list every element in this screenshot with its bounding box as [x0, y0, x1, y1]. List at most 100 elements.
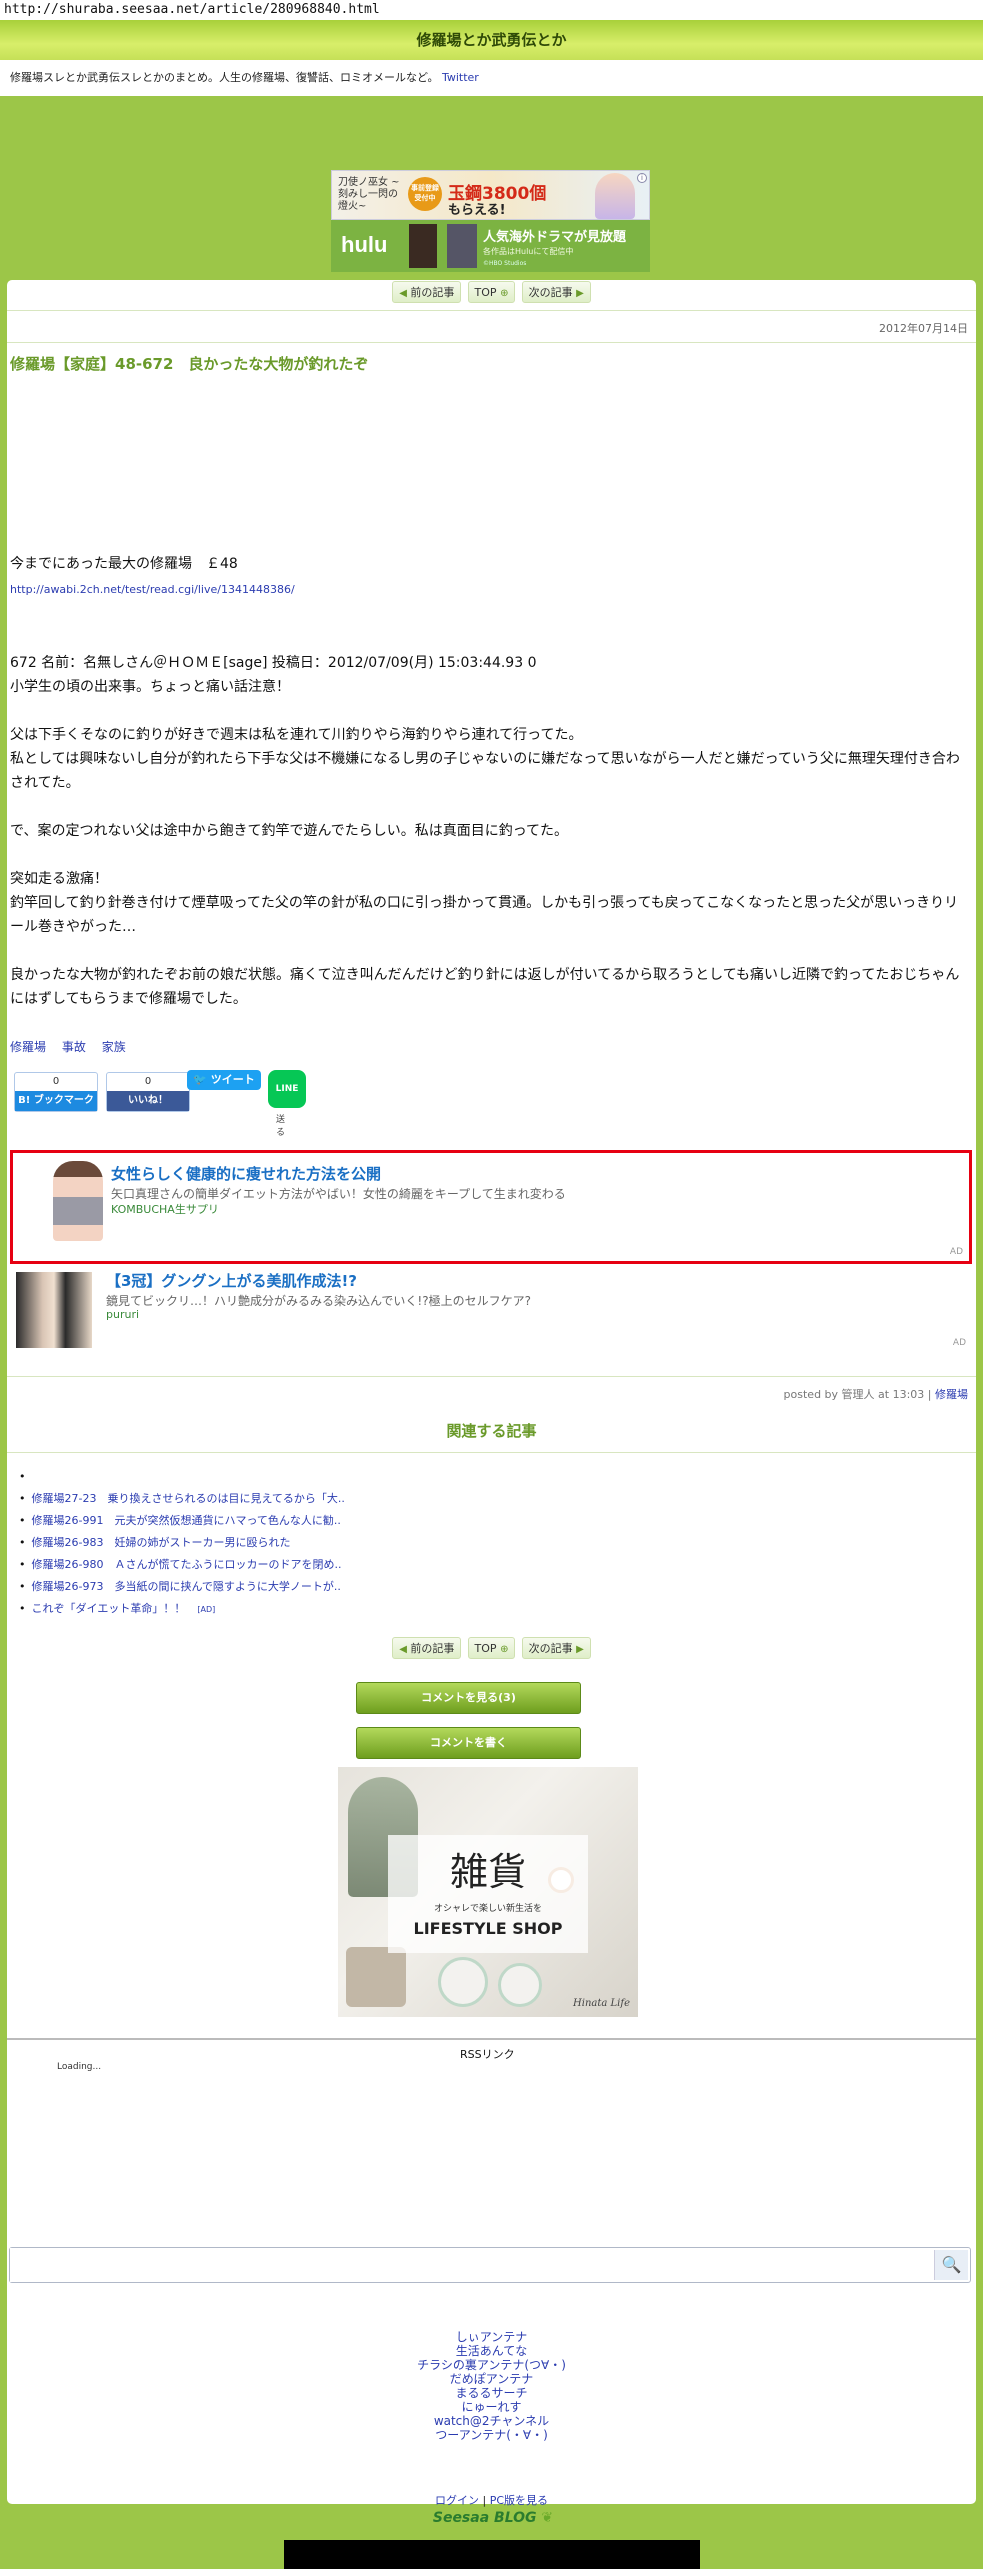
ad-thumbnail [53, 1161, 103, 1241]
antenna-link[interactable]: つーアンテナ(・∀・) [7, 2428, 976, 2442]
twitter-link[interactable]: Twitter [442, 71, 479, 84]
list-item: 修羅場26-983 妊婦の姉がストーカー男に殴られた [19, 1532, 345, 1554]
article-nav-bottom: ◀ 前の記事 TOP ⊕ 次の記事 ▶ [7, 1637, 976, 1661]
paragraph-6: 釣竿回して釣り針巻き付けて煙草吸ってた父の竿の針が私の口に引っ掛かって貫通。しか… [10, 895, 959, 935]
ad-description: 鏡見てビックリ…！ハリ艶成分がみるみる染み込んでいく!?極上のセルフケア? [106, 1294, 531, 1308]
antenna-link[interactable]: だめぽアンテナ [7, 2372, 976, 2386]
antenna-link[interactable]: しぃアンテナ [7, 2330, 976, 2344]
drama-poster-2 [447, 224, 477, 268]
bag-image [346, 1947, 406, 2007]
divider [7, 342, 976, 343]
article-title[interactable]: 修羅場【家庭】48-672 良かったな大物が釣れたぞ [10, 353, 368, 374]
drama-poster-1 [409, 224, 437, 268]
search-button[interactable]: 🔍 [934, 2250, 968, 2280]
line-send-label: 送る [276, 1115, 286, 1138]
sponsored-ad-highlighted[interactable]: 女性らしく健康的に痩せれた方法を公開 矢口真理さんの簡単ダイエット方法がやばい！… [10, 1150, 972, 1264]
list-item: 修羅場26-980 Ａさんが慌てたふうにロッカーのドアを閉め.. [19, 1554, 345, 1576]
antenna-link[interactable]: チラシの裏アンテナ(つ∀・) [7, 2358, 976, 2372]
top-button[interactable]: TOP ⊕ [467, 281, 516, 303]
site-description: 修羅場スレとか武勇伝スレとかのまとめ。人生の修羅場、復讐話、ロミオメールなど。 … [0, 60, 983, 96]
tag-link[interactable]: 修羅場 [10, 1040, 46, 1054]
antenna-link[interactable]: 生活あんてな [7, 2344, 976, 2358]
search-box: 🔍 [9, 2247, 971, 2283]
divider [7, 1452, 976, 1453]
related-articles-list: 修羅場27-23 乗り換えさせられるのは目に見えてるから「大.. 修羅場26-9… [19, 1466, 345, 1621]
paragraph-4: で、案の定つれない父は途中から飽きて釣竿で遊んでたらしい。私は真面目に釣ってた。 [10, 823, 569, 839]
article-date: 2012年07月14日 [879, 322, 968, 335]
sponsored-ad[interactable]: 【3冠】グングン上がる美肌作成法!? 鏡見てビックリ…！ハリ艶成分がみるみる染み… [10, 1268, 972, 1368]
related-articles-heading: 関連する記事 [446, 1422, 537, 1440]
source-link[interactable]: http://awabi.2ch.net/test/read.cgi/live/… [10, 583, 295, 596]
ad-title[interactable]: 女性らしく健康的に痩せれた方法を公開 [111, 1163, 381, 1184]
article-nav-top: ◀ 前の記事 TOP ⊕ 次の記事 ▶ [7, 281, 976, 305]
related-ad-link[interactable]: これぞ「ダイエット革命」！！ [32, 1602, 186, 1615]
lifestyle-shop-ad[interactable]: 雑貨 オシャレで楽しい新生活を LIFESTYLE SHOP Hinata Li… [338, 1767, 638, 2017]
site-title[interactable]: 修羅場とか武勇伝とか [416, 31, 566, 49]
paragraph-3: 私としては興味ないし自分が釣れたら下手な父は不機嫌になるし男の子じゃないのに嫌だ… [10, 751, 960, 791]
hulu-logo: hulu [341, 232, 388, 257]
paragraph-7: 良かったな大物が釣れたぞお前の娘だ状態。痛くて泣き叫んだんだけど釣り針には返しが… [10, 967, 960, 1007]
hulu-ad[interactable]: hulu 人気海外ドラマが見放題 各作品はHuluにて配信中 ©HBO Stud… [331, 220, 650, 272]
list-item: 修羅場26-973 多当紙の間に挟んで隠すように大学ノートが.. [19, 1576, 345, 1598]
ad-title[interactable]: 【3冠】グングン上がる美肌作成法!? [106, 1270, 357, 1291]
antenna-link[interactable]: にゅーれす [7, 2400, 976, 2414]
antenna-link[interactable]: まるるサーチ [7, 2386, 976, 2400]
pc-version-link[interactable]: PC版を見る [490, 2494, 548, 2507]
fb-label: いいね！ [107, 1091, 189, 1111]
ad-sponsor: pururi [106, 1308, 140, 1321]
rss-link-heading[interactable]: RSSリンク [460, 2046, 515, 2062]
next-article-button[interactable]: 次の記事 ▶ [521, 1637, 591, 1659]
seesaa-blog-logo[interactable]: Seesaa BLOG ❦ [423, 2510, 563, 2526]
preregister-badge: 事前登録受付中 [408, 177, 442, 211]
main-content: ◀ 前の記事 TOP ⊕ 次の記事 ▶ 2012年07月14日 修羅場【家庭】4… [7, 280, 976, 2526]
game-ad[interactable]: 刀使ノ巫女 ~刻みし一閃の燈火~ 事前登録受付中 玉鋼3800個 もらえる! i [331, 170, 650, 220]
divider [7, 2038, 976, 2040]
tweet-button[interactable]: 🐦 ツイート [187, 1070, 261, 1090]
next-article-button[interactable]: 次の記事 ▶ [521, 281, 591, 303]
ad-tag: AD [949, 1247, 963, 1257]
shop-label-band: 雑貨 オシャレで楽しい新生活を LIFESTYLE SHOP [388, 1835, 588, 1953]
divider [7, 1376, 976, 1377]
prev-article-button[interactable]: ◀ 前の記事 [392, 281, 462, 303]
fb-count: 0 [144, 1076, 152, 1087]
shop-brand: Hinata Life [573, 1998, 630, 2009]
ad-info-icon[interactable]: i [637, 173, 647, 183]
line-button[interactable]: LINE [268, 1070, 306, 1108]
site-header: 修羅場とか武勇伝とか [0, 20, 983, 60]
loading-text: Loading... [57, 2062, 102, 2072]
tag-link[interactable]: 事故 [62, 1040, 86, 1054]
top-button[interactable]: TOP ⊕ [467, 1637, 516, 1659]
antenna-link[interactable]: watch@2チャンネル [7, 2414, 976, 2428]
footer-links: ログイン | PC版を見る [434, 2494, 549, 2507]
list-item: 修羅場26-991 元夫が突然仮想通貨にハマって色んな人に勧.. [19, 1510, 345, 1532]
related-ad-tag: [AD] [197, 1605, 216, 1614]
top-banner-ad[interactable]: 刀使ノ巫女 ~刻みし一閃の燈火~ 事前登録受付中 玉鋼3800個 もらえる! i… [331, 170, 650, 272]
posted-by: posted by 管理人 at 13:03 | 修羅場 [783, 1388, 968, 1401]
prev-article-button[interactable]: ◀ 前の記事 [392, 1637, 462, 1659]
divider [7, 310, 976, 311]
paragraph-5: 突如走る激痛！ [10, 871, 108, 887]
posted-category-link[interactable]: 修羅場 [935, 1388, 968, 1401]
search-input[interactable] [10, 2248, 930, 2282]
description-text: 修羅場スレとか武勇伝スレとかのまとめ。人生の修羅場、復讐話、ロミオメールなど。 [10, 71, 439, 84]
tag-link[interactable]: 家族 [102, 1040, 126, 1054]
login-link[interactable]: ログイン [435, 2494, 479, 2507]
character-image [595, 173, 635, 219]
ad-description: 矢口真理さんの簡単ダイエット方法がやばい！女性の綺麗をキープして生まれ変わる [111, 1187, 566, 1201]
leaf-icon: ❦ [541, 2510, 554, 2526]
facebook-like-button[interactable]: 0 いいね！ [106, 1072, 190, 1112]
write-comment-button[interactable]: コメントを書く [356, 1727, 581, 1759]
hatena-count: 0 [52, 1076, 60, 1087]
article-intro: 今までにあった最大の修羅場 ￡48 [10, 556, 238, 572]
hulu-sub: 各作品はHuluにて配信中 [483, 247, 574, 256]
hatena-bookmark-button[interactable]: 0 B! ブックマーク [14, 1072, 98, 1112]
address-bar[interactable]: http://shuraba.seesaa.net/article/280968… [0, 0, 983, 20]
shop-sub: オシャレで楽しい新生活を [433, 1904, 542, 1914]
vase-image [438, 1957, 488, 2007]
search-icon: 🔍 [941, 2255, 962, 2274]
ad-sponsor: KOMBUCHA生サプリ [111, 1203, 219, 1216]
antenna-links: しぃアンテナ 生活あんてな チラシの裏アンテナ(つ∀・) だめぽアンテナ まるる… [7, 2330, 976, 2442]
game-ad-sub: もらえる! [448, 203, 506, 218]
view-comments-button[interactable]: コメントを見る(3) [356, 1682, 581, 1714]
vase-image [498, 1963, 542, 2007]
